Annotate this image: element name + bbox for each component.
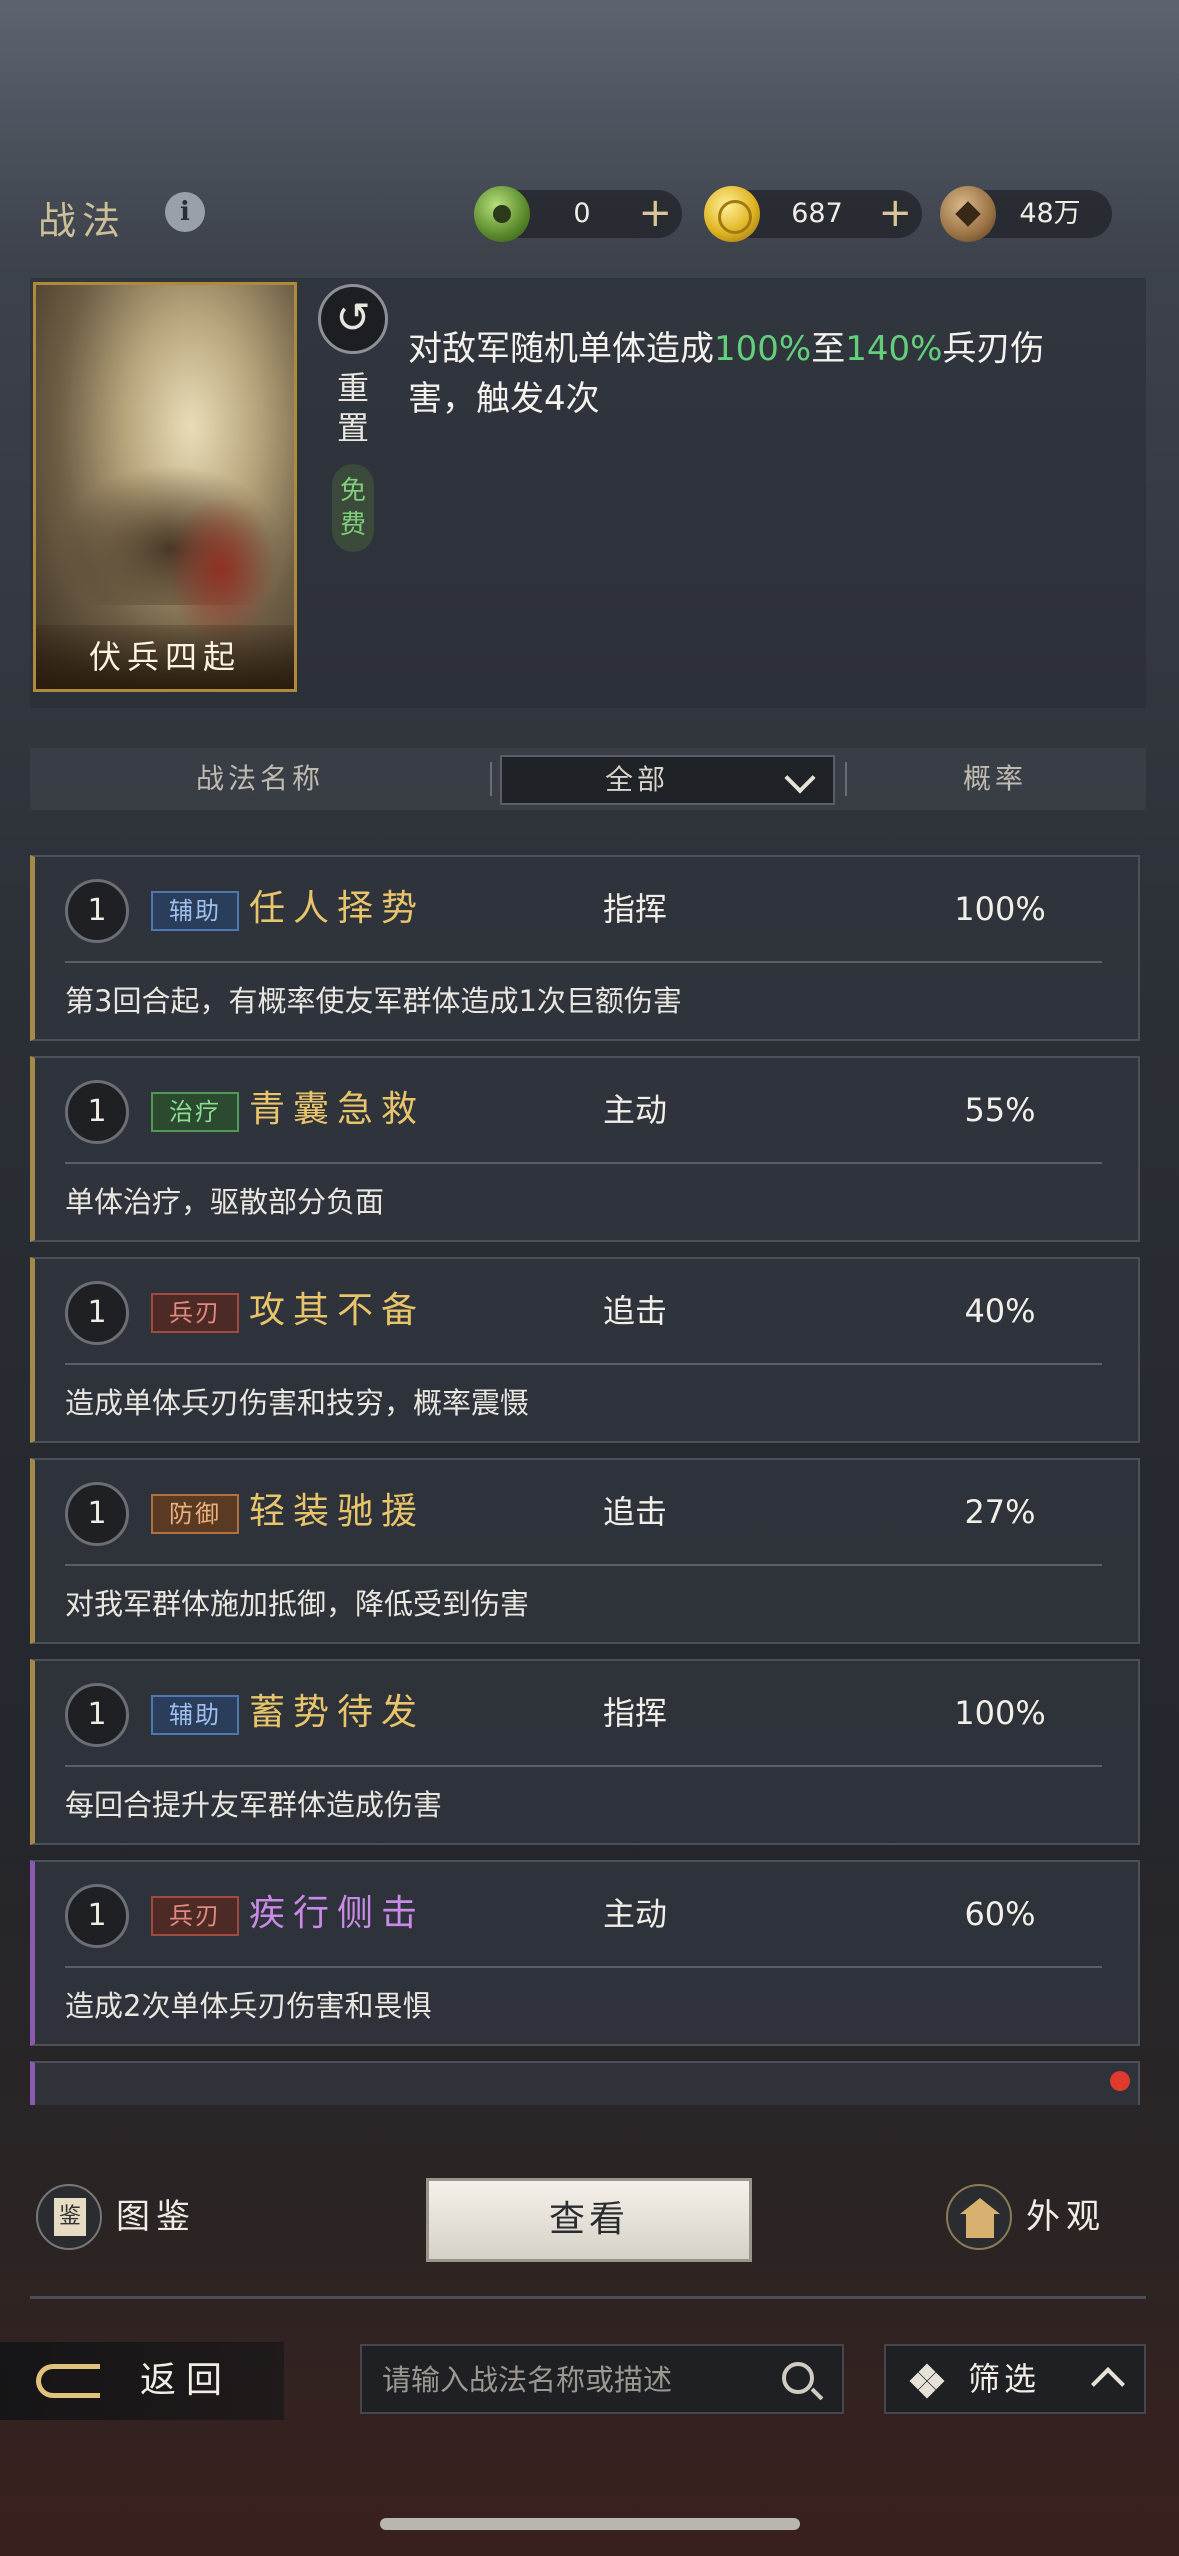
table-header: 战法名称 全部 概率 (30, 748, 1146, 810)
tactic-row[interactable]: 1 辅助 任人择势 指挥 100% 第3回合起，有概率使友军群体造成1次巨额伤害 (30, 855, 1140, 1041)
tactic-row-desc: 造成2次单体兵刃伤害和畏惧 (65, 1989, 432, 2023)
tactic-type: 指挥 (602, 890, 667, 928)
add-jade-button[interactable]: + (638, 190, 672, 236)
tactic-tag: 兵刃 (151, 1293, 239, 1333)
page-title: 战法 (38, 199, 127, 243)
tactic-type: 追击 (602, 1292, 667, 1330)
tactic-name: 疾行侧击 (249, 1893, 426, 1934)
tactic-row-desc: 每回合提升友军群体造成伤害 (65, 1788, 443, 1822)
action-bar: 图鉴 查看 外观 (30, 2160, 1146, 2280)
top-bar: 战法 i 0 + 687 + 48万 (0, 170, 1179, 260)
tactic-name: 青囊急救 (249, 1089, 426, 1130)
tactic-row[interactable]: 1 治疗 青囊急救 主动 55% 单体治疗，驱散部分负面 (30, 1056, 1140, 1242)
info-icon[interactable]: i (165, 192, 205, 232)
tactic-rate: 100% (954, 890, 1046, 928)
tactic-card[interactable]: 伏兵四起 (33, 282, 297, 692)
tactic-row-desc: 第3回合起，有概率使友军群体造成1次巨额伤害 (65, 984, 682, 1018)
category-filter-dropdown[interactable]: 全部 (500, 755, 835, 805)
tactic-name: 蓄势待发 (249, 1692, 426, 1733)
tactic-type: 指挥 (602, 1694, 667, 1732)
level-badge: 1 (65, 879, 129, 943)
tactic-rate: 40% (964, 1292, 1036, 1330)
tactic-row-desc: 单体治疗，驱散部分负面 (65, 1185, 385, 1219)
view-button[interactable]: 查看 (426, 2178, 752, 2262)
tactic-type: 主动 (602, 1091, 667, 1129)
jade-icon (474, 186, 530, 242)
atlas-icon[interactable] (36, 2184, 102, 2250)
tactic-row[interactable]: 1 辅助 蓄势待发 指挥 100% 每回合提升友军群体造成伤害 (30, 1659, 1140, 1845)
chevron-down-icon (784, 762, 816, 794)
gold-coin-icon (704, 186, 760, 242)
column-tactic-name: 战法名称 (195, 762, 324, 795)
tactic-card-name: 伏兵四起 (36, 625, 294, 689)
level-badge: 1 (65, 1482, 129, 1546)
level-badge: 1 (65, 1281, 129, 1345)
back-label: 返回 (140, 2360, 233, 2401)
currency-jade-value: 0 (573, 198, 591, 229)
tactic-tag: 防御 (151, 1494, 239, 1534)
back-arrow-icon (36, 2364, 100, 2398)
add-gold-button[interactable]: + (878, 190, 912, 236)
tactic-tag: 辅助 (151, 891, 239, 931)
filter-icon (909, 2363, 945, 2399)
tactic-rate: 55% (964, 1091, 1036, 1129)
tactic-list[interactable]: 1 辅助 任人择势 指挥 100% 第3回合起，有概率使友军群体造成1次巨额伤害… (30, 825, 1146, 2105)
tactic-row-partial[interactable] (30, 2061, 1140, 2105)
reset-label[interactable]: 重置 (330, 368, 376, 448)
pavilion-icon[interactable] (946, 2184, 1012, 2250)
reset-icon[interactable]: ↺ (318, 284, 388, 354)
tactic-row-desc: 对我军群体施加抵御，降低受到伤害 (65, 1587, 530, 1621)
tactic-type: 主动 (602, 1895, 667, 1933)
currency-gold: 687 + (704, 186, 922, 242)
level-badge: 1 (65, 1683, 129, 1747)
tactic-tag: 辅助 (151, 1695, 239, 1735)
copper-coin-icon (940, 186, 996, 242)
tactic-row[interactable]: 1 兵刃 攻其不备 追击 40% 造成单体兵刃伤害和技穷，概率震慑 (30, 1257, 1140, 1443)
tactic-tag: 治疗 (151, 1092, 239, 1132)
tactic-type: 追击 (602, 1493, 667, 1531)
tactic-row-desc: 造成单体兵刃伤害和技穷，概率震慑 (65, 1386, 530, 1420)
notification-dot (1110, 2071, 1130, 2091)
tactic-name: 轻装驰援 (249, 1491, 426, 1532)
divider (30, 2296, 1146, 2299)
tactic-description: 对敌军随机单体造成100%至140%兵刃伤害，触发4次 (408, 329, 1045, 419)
filter-button[interactable]: 筛选 (884, 2344, 1146, 2414)
tactic-row[interactable]: 1 兵刃 疾行侧击 主动 60% 造成2次单体兵刃伤害和畏惧 (30, 1860, 1140, 2046)
tactic-rate: 100% (954, 1694, 1046, 1732)
currency-copper-value: 48万 (1019, 198, 1081, 229)
search-input[interactable] (382, 2356, 762, 2404)
tactic-rate: 60% (964, 1895, 1036, 1933)
filter-value: 全部 (604, 763, 669, 796)
tactic-name: 攻其不备 (249, 1290, 426, 1331)
selected-tactic-panel: 伏兵四起 ↺ 重置 免费 对敌军随机单体造成100%至140%兵刃伤害，触发4次 (30, 278, 1146, 708)
back-button[interactable]: 返回 (0, 2342, 284, 2420)
level-badge: 1 (65, 1884, 129, 1948)
chevron-up-icon (1091, 2367, 1125, 2401)
free-badge: 免费 (332, 464, 374, 552)
currency-gold-value: 687 (791, 198, 843, 229)
filter-label: 筛选 (968, 2360, 1041, 2398)
home-indicator[interactable] (380, 2518, 800, 2530)
tactic-row[interactable]: 1 防御 轻装驰援 追击 27% 对我军群体施加抵御，降低受到伤害 (30, 1458, 1140, 1644)
search-box[interactable] (360, 2344, 844, 2414)
tactic-tag: 兵刃 (151, 1896, 239, 1936)
search-icon[interactable] (782, 2362, 814, 2394)
tactic-rate: 27% (964, 1493, 1036, 1531)
tactic-name: 任人择势 (249, 888, 426, 929)
appearance-button[interactable]: 外观 (1026, 2190, 1106, 2244)
level-badge: 1 (65, 1080, 129, 1144)
currency-copper: 48万 (940, 186, 1112, 242)
column-probability: 概率 (962, 762, 1027, 795)
currency-jade: 0 + (474, 186, 682, 242)
atlas-button[interactable]: 图鉴 (116, 2190, 196, 2244)
